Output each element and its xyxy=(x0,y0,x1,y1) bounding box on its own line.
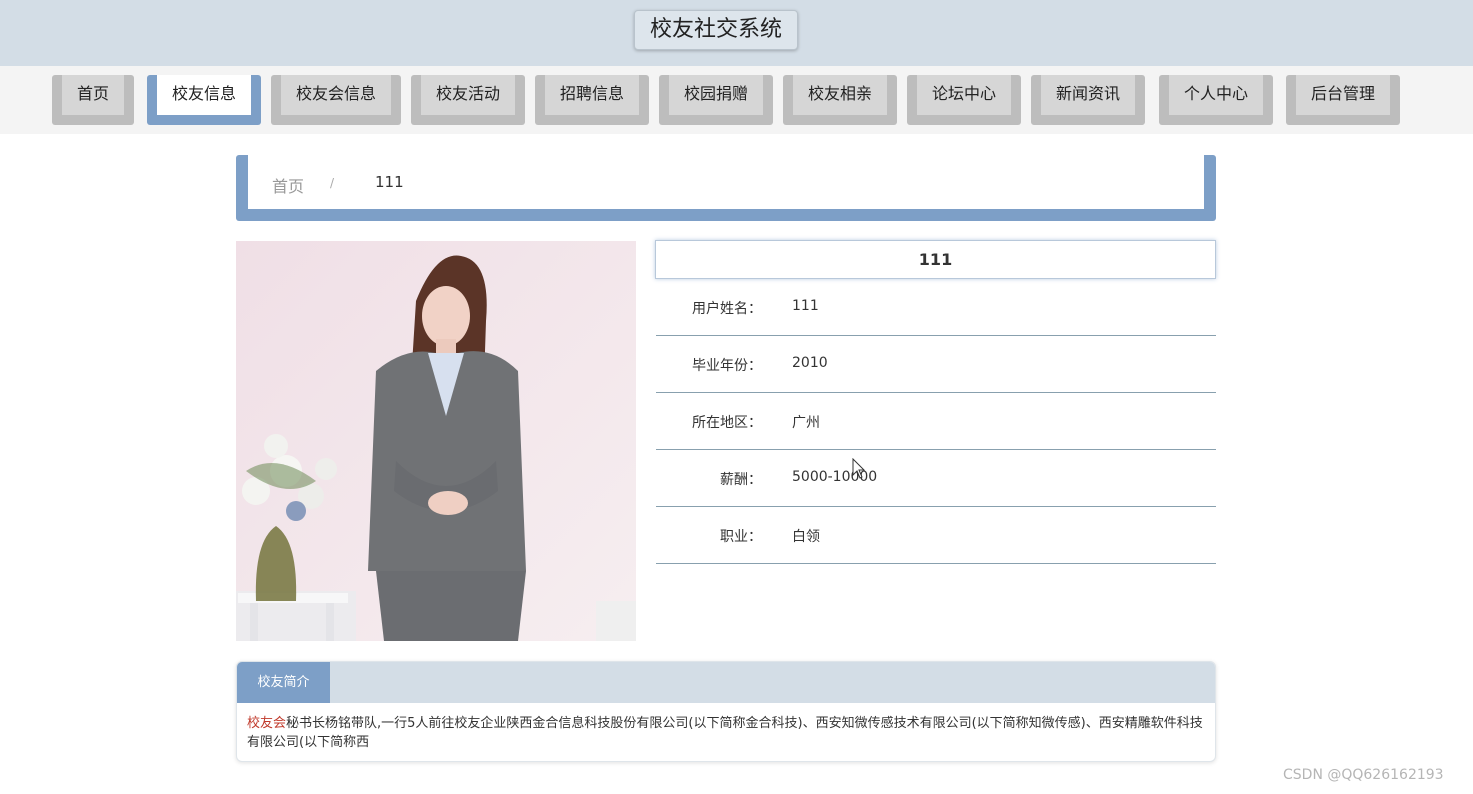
nav-donation-label: 校园捐赠 xyxy=(669,75,763,115)
nav-recruitment[interactable]: 招聘信息 xyxy=(535,75,649,125)
info-value: 111 xyxy=(792,298,819,314)
info-value: 白领 xyxy=(792,529,820,545)
site-title: 校友社交系统 xyxy=(634,10,798,50)
breadcrumb-home-link[interactable]: 首页 xyxy=(272,173,304,197)
nav-news[interactable]: 新闻资讯 xyxy=(1031,75,1145,125)
nav-recruitment-label: 招聘信息 xyxy=(545,75,639,115)
nav-personal-center[interactable]: 个人中心 xyxy=(1159,75,1273,125)
alumni-photo-illustration xyxy=(236,241,636,641)
alumni-intro-panel: 校友简介 校友会秘书长杨铭带队,一行5人前往校友企业陕西金合信息科技股份有限公司… xyxy=(236,661,1216,762)
info-row-salary: 薪酬： 5000-10000 xyxy=(656,450,1216,507)
alumni-photo xyxy=(236,241,636,641)
nav-alumni-activities-label: 校友活动 xyxy=(421,75,515,115)
nav-alumni-info-label: 校友信息 xyxy=(157,75,251,115)
intro-highlight: 校友会 xyxy=(247,716,287,731)
intro-header: 校友简介 xyxy=(237,662,1215,703)
nav-matchmaking[interactable]: 校友相亲 xyxy=(783,75,897,125)
info-label: 职业： xyxy=(720,529,762,545)
intro-tab[interactable]: 校友简介 xyxy=(237,662,330,703)
nav-matchmaking-label: 校友相亲 xyxy=(793,75,887,115)
info-label: 用户姓名： xyxy=(692,301,762,317)
intro-text: 校友会秘书长杨铭带队,一行5人前往校友企业陕西金合信息科技股份有限公司(以下简称… xyxy=(247,714,1205,752)
nav-admin[interactable]: 后台管理 xyxy=(1286,75,1400,125)
intro-body: 秘书长杨铭带队,一行5人前往校友企业陕西金合信息科技股份有限公司(以下简称金合科… xyxy=(247,716,1203,750)
alumni-name-title: 111 xyxy=(655,240,1216,279)
site-header: 校友社交系统 xyxy=(0,0,1473,66)
nav-forum[interactable]: 论坛中心 xyxy=(907,75,1021,125)
nav-alumni-association[interactable]: 校友会信息 xyxy=(271,75,401,125)
breadcrumb-panel: 首页 / 111 xyxy=(248,155,1204,209)
watermark: CSDN @QQ626162193 xyxy=(1283,767,1444,783)
info-label: 薪酬： xyxy=(720,472,762,488)
info-row-region: 所在地区： 广州 xyxy=(656,393,1216,450)
info-label: 毕业年份： xyxy=(692,358,762,374)
info-value: 广州 xyxy=(792,415,820,431)
nav-news-label: 新闻资讯 xyxy=(1041,75,1135,115)
info-row-username: 用户姓名： 111 xyxy=(656,279,1216,336)
breadcrumb-current: 111 xyxy=(375,173,404,191)
info-row-graduation-year: 毕业年份： 2010 xyxy=(656,336,1216,393)
nav-donation[interactable]: 校园捐赠 xyxy=(659,75,773,125)
nav-home[interactable]: 首页 xyxy=(52,75,134,125)
nav-forum-label: 论坛中心 xyxy=(917,75,1011,115)
nav-home-label: 首页 xyxy=(62,75,124,115)
nav-alumni-association-label: 校友会信息 xyxy=(281,75,391,115)
nav-personal-center-label: 个人中心 xyxy=(1169,75,1263,115)
nav-admin-label: 后台管理 xyxy=(1296,75,1390,115)
nav-alumni-activities[interactable]: 校友活动 xyxy=(411,75,525,125)
info-value: 2010 xyxy=(792,355,828,371)
breadcrumb: 首页 / 111 xyxy=(236,155,1216,221)
main-nav: 首页 校友信息 校友会信息 校友活动 招聘信息 校园捐赠 校友相亲 论坛中心 新… xyxy=(0,66,1473,134)
info-label: 所在地区： xyxy=(692,415,762,431)
mouse-cursor-icon xyxy=(852,458,866,479)
nav-alumni-info[interactable]: 校友信息 xyxy=(147,75,261,125)
info-row-occupation: 职业： 白领 xyxy=(656,507,1216,564)
breadcrumb-separator: / xyxy=(330,176,335,190)
